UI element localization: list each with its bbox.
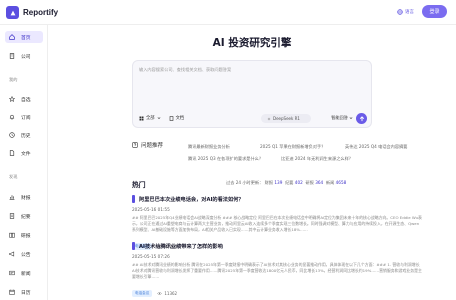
- sidebar-item-announcements[interactable]: 公告: [5, 248, 43, 260]
- search-box[interactable]: 输入内容搜索公司、查找相关文档、获取问题答案 全部 文档 DeepSeek R1…: [132, 60, 372, 128]
- book-icon: [9, 232, 15, 238]
- sidebar-item-subscribe[interactable]: 订阅: [5, 111, 43, 123]
- model-label: DeepSeek R1: [273, 116, 300, 121]
- calendar-icon: [9, 289, 15, 295]
- language-button[interactable]: 语言: [397, 8, 414, 15]
- hot-title: 热门: [132, 181, 146, 189]
- sidebar-item-label: 历史: [21, 133, 31, 139]
- section-mine: 我的: [9, 77, 18, 82]
- article-title[interactable]: 阿里巴巴本次业绩电话会，对AI的看法如何？: [132, 195, 422, 203]
- sidebar-item-home[interactable]: 首页: [5, 31, 43, 43]
- language-label: 语言: [405, 9, 414, 15]
- question-link[interactable]: 腾讯最新财报业务分析: [188, 144, 230, 150]
- sidebar-item-minutes[interactable]: 纪要: [5, 210, 43, 222]
- arrow-up-icon: [359, 115, 364, 121]
- sidebar-item-label: 研报: [21, 233, 31, 239]
- send-button[interactable]: [356, 113, 367, 124]
- article-title[interactable]: AI技术给腾讯业绩带来了怎样的影响: [132, 242, 422, 250]
- logo-mark-icon: [6, 6, 19, 19]
- sidebar-item-calendar[interactable]: 日历: [5, 286, 43, 298]
- article-body: ## AI技术对腾讯业绩的影响分析 腾讯在2025年第一季度财报中明确表示了AI…: [132, 262, 422, 280]
- sidebar-item-label: 文件: [21, 151, 31, 157]
- building-icon: [9, 53, 15, 59]
- scope-label: 全部: [146, 116, 155, 121]
- sidebar-item-label: 公司: [21, 54, 31, 60]
- clock-icon: [9, 132, 15, 138]
- sidebar-item-label: 日历: [21, 290, 31, 296]
- file-icon: [9, 150, 15, 156]
- question-icon: [132, 142, 138, 148]
- sidebar-item-label: 订阅: [21, 115, 31, 121]
- star-icon: [9, 96, 15, 102]
- top-bar: Reportify 语言 登录: [0, 0, 456, 25]
- sidebar-item-label: 财报: [21, 195, 31, 201]
- article-date: 2025-05-15 07:26: [132, 254, 170, 259]
- bell-icon: [9, 114, 15, 120]
- question-link[interactable]: 2025 Q1 苹果在财报新增负对手？: [260, 144, 325, 150]
- logo[interactable]: Reportify: [6, 6, 58, 19]
- title-accent: [132, 242, 135, 250]
- title-accent: [132, 195, 135, 203]
- main-content: AI 投资研究引擎 输入内容搜索公司、查找相关文档、获取问题答案 全部 文档 D…: [48, 25, 456, 300]
- smart-answer-label: 智能回答: [331, 115, 348, 120]
- questions-label: 问题推荐: [132, 141, 163, 149]
- sidebar-item-history[interactable]: 历史: [5, 129, 43, 141]
- chevron-down-icon: [349, 117, 353, 119]
- question-link[interactable]: 比亚迪 2024 年无利润生来源之么样？: [281, 156, 353, 162]
- sidebar-item-label: 公告: [21, 252, 31, 258]
- question-link[interactable]: 英伟达 2025 Q4 电话会内容摘要: [345, 144, 408, 150]
- article-card[interactable]: AI技术给腾讯业绩带来了怎样的影响 2025-05-15 07:26 ## AI…: [132, 242, 422, 297]
- home-icon: [9, 34, 15, 40]
- hot-stats: 过去 24 小时更新： 财报 139 纪要 402 研报 364 新闻 4658: [226, 180, 347, 185]
- view-count: 11362: [164, 291, 178, 296]
- megaphone-icon: [9, 251, 15, 257]
- document-button[interactable]: 文档: [169, 115, 185, 121]
- sidebar: 首页 公司 我的 自选 订阅 历史 文件 发现 财报 纪要 研报 公告 新闻 日…: [0, 25, 48, 300]
- chevron-down-icon: [157, 117, 160, 119]
- sidebar-item-files[interactable]: 文件: [5, 147, 43, 159]
- login-button[interactable]: 登录: [422, 5, 447, 18]
- smart-answer-toggle[interactable]: 智能回答: [331, 115, 353, 121]
- doc-icon: [169, 115, 173, 121]
- grid-icon: [139, 116, 144, 120]
- doc-icon: [9, 213, 15, 219]
- question-link[interactable]: 腾讯 2025 Q3 在各项扩的要求是什么？: [188, 156, 263, 162]
- chart-icon: [9, 195, 15, 200]
- news-icon: [9, 270, 15, 276]
- sidebar-item-label: 首页: [21, 35, 31, 41]
- search-input[interactable]: 输入内容搜索公司、查找相关文档、获取问题答案: [139, 67, 231, 73]
- article-date: 2025-05-16 01:55: [132, 207, 170, 212]
- sidebar-item-company[interactable]: 公司: [5, 50, 43, 62]
- document-label: 文档: [175, 116, 185, 121]
- sidebar-item-label: 新闻: [21, 271, 31, 277]
- sidebar-item-reports[interactable]: 研报: [5, 229, 43, 241]
- sidebar-item-label: 自选: [21, 97, 31, 103]
- scope-dropdown[interactable]: 全部: [139, 115, 161, 121]
- app-name: Reportify: [23, 8, 59, 17]
- sidebar-item-watchlist[interactable]: 自选: [5, 93, 43, 105]
- eye-icon: [157, 292, 163, 295]
- sparkle-icon: [267, 116, 271, 121]
- sidebar-item-news[interactable]: 新闻: [5, 267, 43, 279]
- section-discover: 发现: [9, 174, 18, 179]
- model-selector[interactable]: DeepSeek R1: [261, 114, 311, 123]
- page-title: AI 投资研究引擎: [212, 37, 292, 49]
- globe-icon: [397, 8, 403, 15]
- sidebar-item-financials[interactable]: 财报: [5, 191, 43, 203]
- sidebar-item-label: 纪要: [21, 214, 31, 220]
- article-tag[interactable]: 电话会议: [132, 290, 153, 297]
- article-body: ## 阿里巴巴2025年Q4业绩电话会AI战略深度分析 ### 核心战略定位 阿…: [132, 215, 422, 233]
